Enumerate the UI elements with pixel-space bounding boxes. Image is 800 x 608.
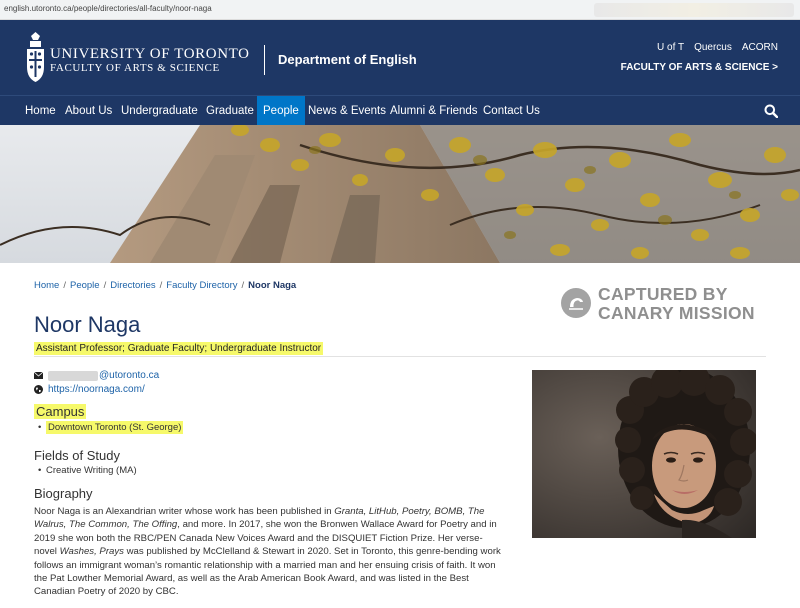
site-header: UNIVERSITY OF TORONTO FACULTY OF ARTS & … — [0, 20, 800, 95]
breadcrumb-directories[interactable]: Directories — [110, 280, 155, 291]
field-of-study-item: Creative Writing (MA) — [38, 465, 137, 476]
department-name[interactable]: Department of English — [278, 52, 417, 67]
nav-item-contact-us[interactable]: Contact Us — [477, 96, 546, 126]
browser-toolbar-blurred — [594, 3, 794, 17]
breadcrumb-faculty-directory[interactable]: Faculty Directory — [166, 280, 237, 291]
bio-part1: Noor Naga is an Alexandrian writer whose… — [34, 506, 335, 517]
search-icon[interactable] — [764, 104, 778, 118]
email-row: @utoronto.ca — [34, 370, 159, 381]
watermark-line2: CANARY MISSION — [598, 303, 755, 323]
url-text[interactable]: english.utoronto.ca/people/directories/a… — [4, 4, 212, 13]
nav-item-about-us[interactable]: About Us — [59, 96, 118, 126]
fields-of-study-heading: Fields of Study — [34, 448, 120, 463]
divider — [34, 356, 766, 357]
nav-item-news-events[interactable]: News & Events — [302, 96, 392, 126]
nav-item-graduate[interactable]: Graduate — [200, 96, 260, 126]
browser-address-bar[interactable]: english.utoronto.ca/people/directories/a… — [0, 0, 800, 20]
breadcrumb-separator: / — [103, 280, 107, 291]
breadcrumb-separator: / — [241, 280, 245, 291]
breadcrumb-people[interactable]: People — [70, 280, 100, 291]
breadcrumb-home[interactable]: Home — [34, 280, 59, 291]
header-divider — [264, 45, 265, 75]
util-link-quercus[interactable]: Quercus — [694, 42, 732, 53]
breadcrumb-separator: / — [159, 280, 163, 291]
watermark-text: CAPTURED BY CANARY MISSION — [598, 285, 755, 323]
envelope-icon — [34, 372, 43, 379]
watermark-line1: CAPTURED BY — [598, 284, 728, 304]
website-row: https://noornaga.com/ — [34, 384, 145, 395]
nav-item-alumni-friends[interactable]: Alumni & Friends — [384, 96, 484, 126]
university-name[interactable]: UNIVERSITY OF TORONTO — [50, 47, 250, 62]
hero-banner-image — [0, 125, 800, 263]
website-link[interactable]: https://noornaga.com/ — [48, 384, 145, 395]
email-redacted — [48, 370, 98, 381]
canary-logo-icon — [561, 288, 591, 318]
uoft-crest-icon[interactable] — [25, 32, 46, 82]
util-link-acorn[interactable]: ACORN — [742, 42, 778, 53]
bio-book-title: Washes, Prays — [59, 546, 124, 558]
campus-item: Downtown Toronto (St. George) — [38, 421, 184, 434]
nav-item-home[interactable]: Home — [19, 96, 62, 126]
profile-photo — [532, 370, 756, 538]
hero-illustration — [0, 125, 800, 263]
globe-icon — [34, 385, 43, 394]
utility-links: U of T Quercus ACORN — [657, 42, 778, 53]
breadcrumb: Home / People / Directories / Faculty Di… — [34, 280, 296, 291]
util-link-uoft[interactable]: U of T — [657, 42, 684, 53]
biography-text: Noor Naga is an Alexandrian writer whose… — [34, 505, 504, 599]
person-name: Noor Naga — [34, 312, 141, 337]
breadcrumb-current: Noor Naga — [248, 280, 297, 291]
email-link[interactable]: @utoronto.ca — [99, 370, 159, 381]
portrait-illustration — [532, 370, 756, 538]
biography-heading: Biography — [34, 486, 93, 501]
campus-heading: Campus — [34, 404, 87, 419]
main-nav: Home About Us Undergraduate Graduate Peo… — [0, 95, 800, 126]
fas-link[interactable]: FACULTY OF ARTS & SCIENCE > — [621, 62, 778, 73]
person-titles: Assistant Professor; Graduate Faculty; U… — [34, 342, 324, 355]
nav-item-undergraduate[interactable]: Undergraduate — [115, 96, 204, 126]
nav-item-people[interactable]: People — [257, 96, 305, 126]
breadcrumb-separator: / — [63, 280, 66, 291]
campus-value: Downtown Toronto (St. George) — [46, 421, 184, 434]
faculty-name[interactable]: FACULTY OF ARTS & SCIENCE — [50, 62, 220, 74]
